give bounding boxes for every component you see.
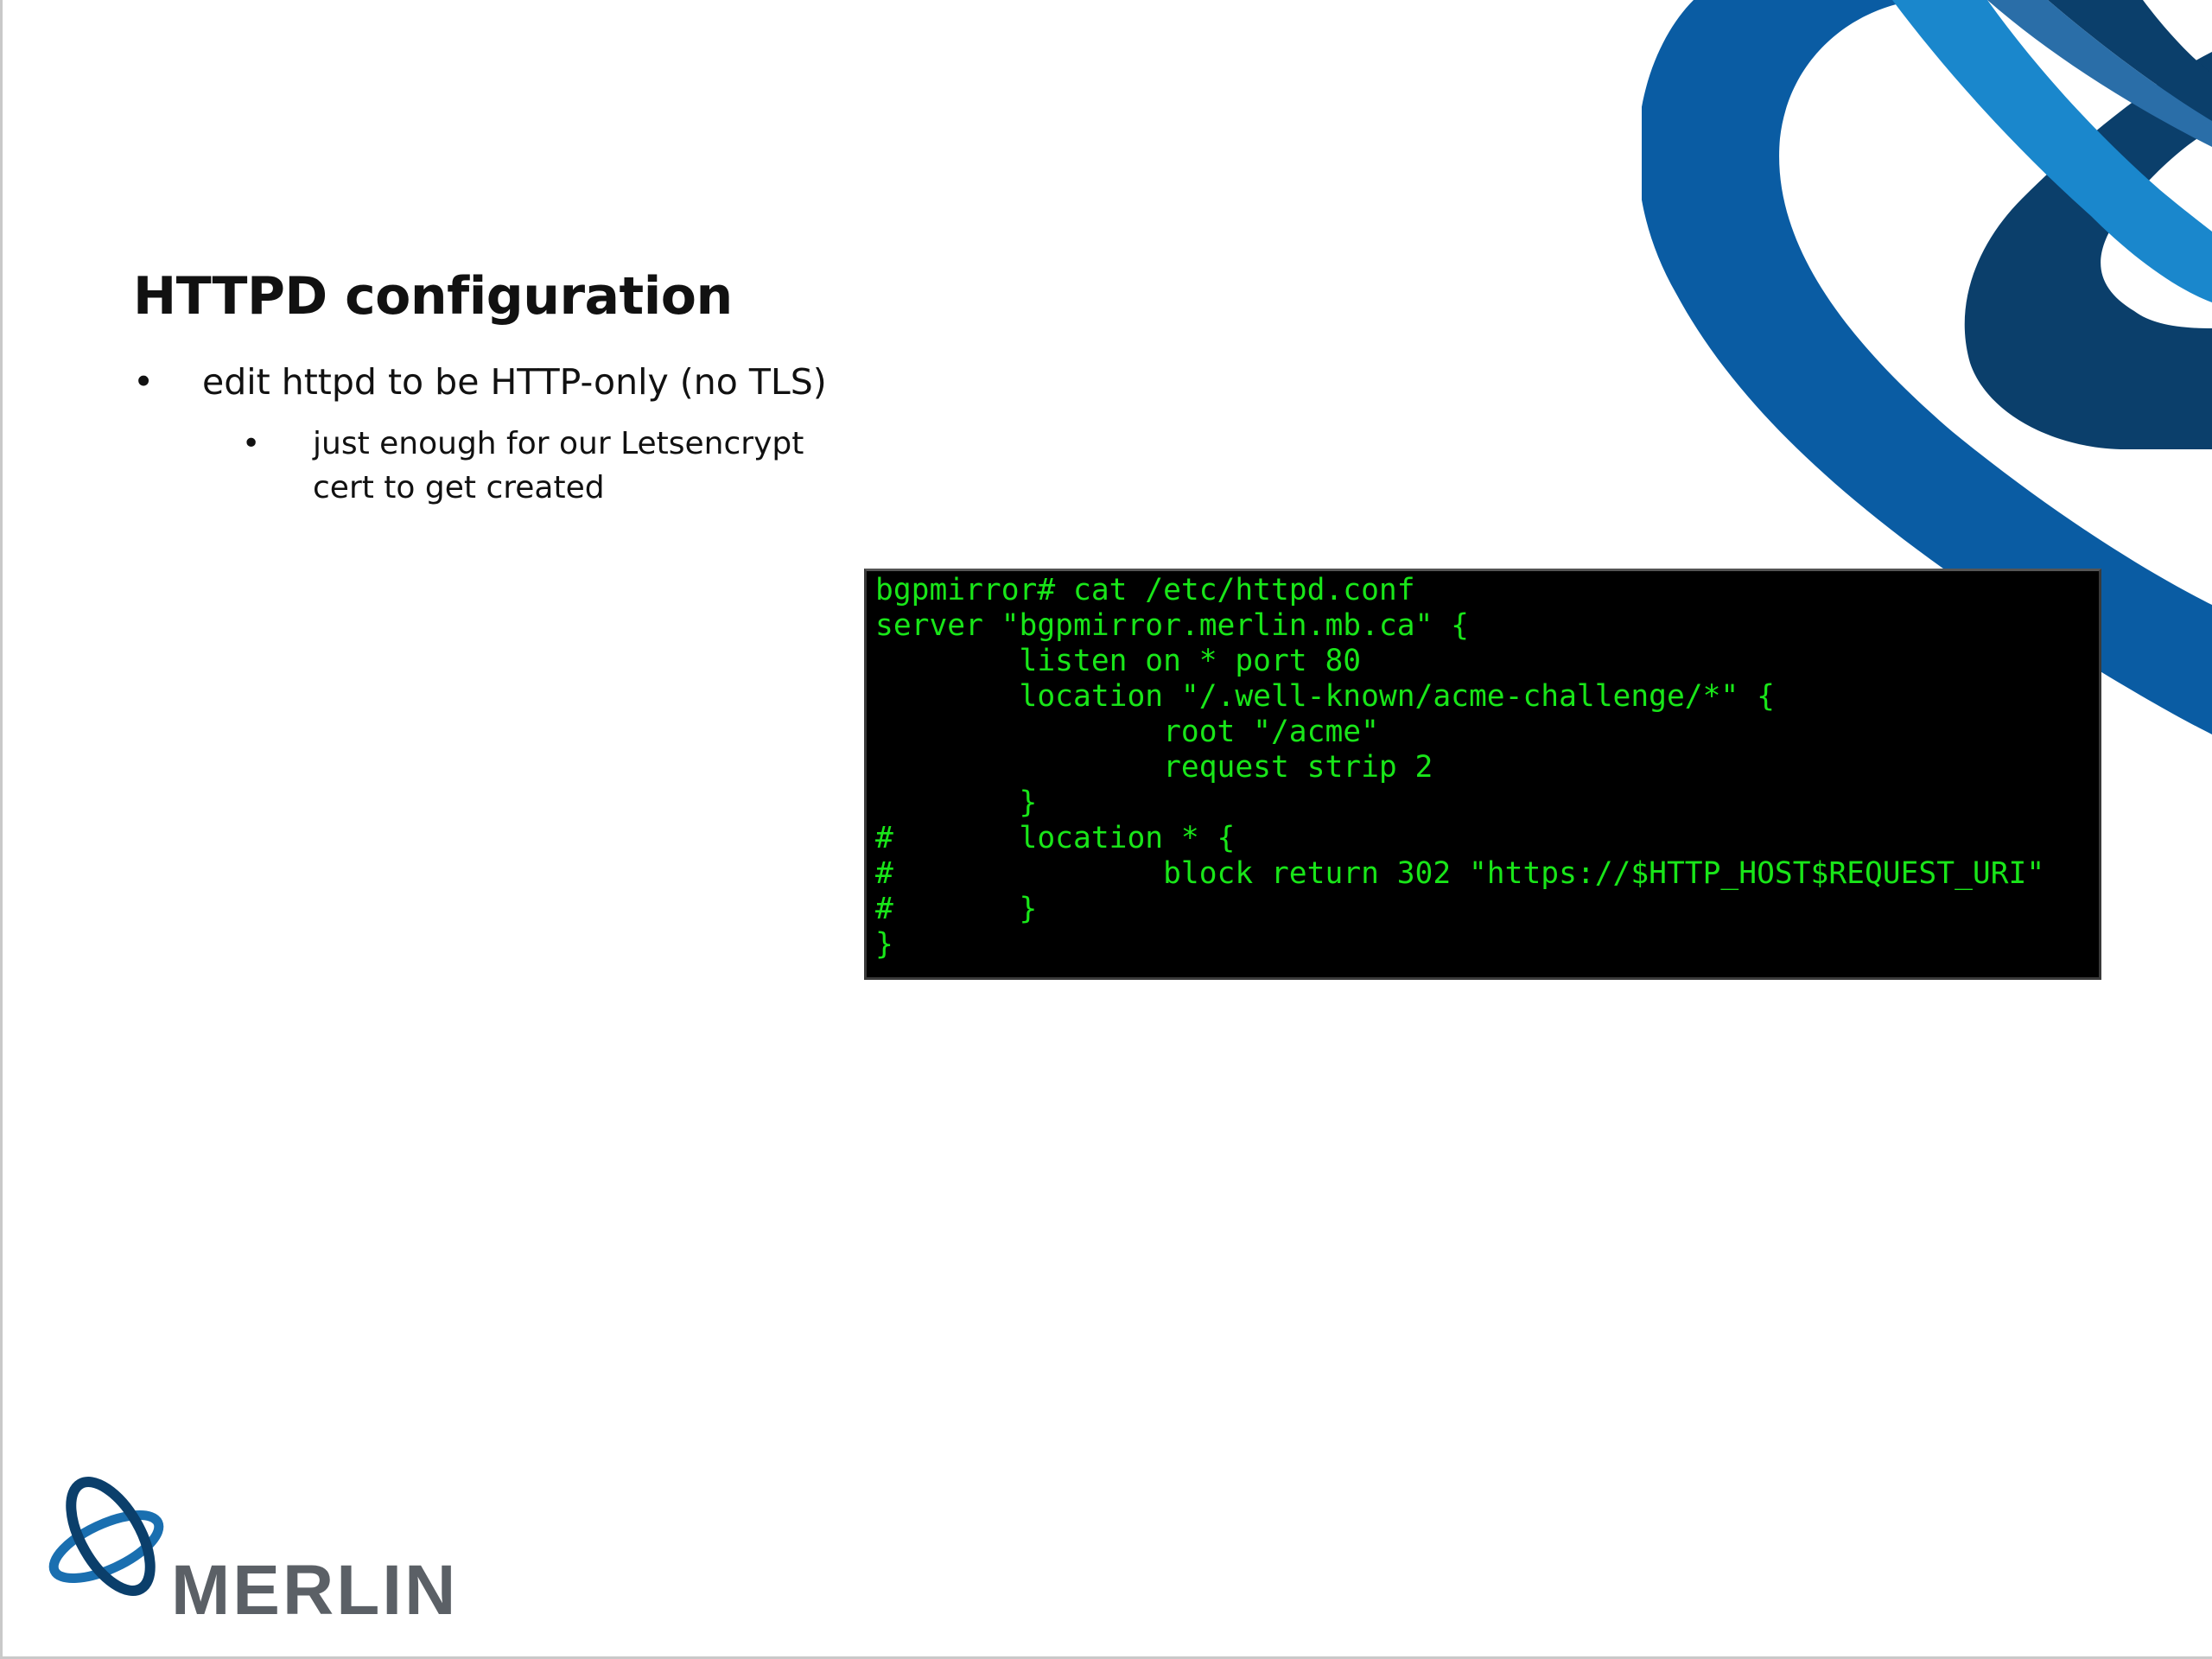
- slide-title: HTTPD configuration: [133, 266, 733, 327]
- sub-bullet-line: just enough for our Letsencrypt: [313, 426, 804, 461]
- sub-bullet-text: just enough for our Letsencrypt cert to …: [313, 422, 849, 510]
- terminal-line: location "/.well-known/acme-challenge/*"…: [875, 679, 1775, 714]
- sub-bullet-marker: •: [242, 426, 261, 461]
- terminal-line: }: [875, 927, 893, 962]
- terminal-line: listen on * port 80: [875, 644, 1362, 678]
- bullet-marker: •: [133, 361, 155, 403]
- merlin-logo: MERLIN: [48, 1477, 458, 1624]
- terminal-output: bgpmirror# cat /etc/httpd.conf server "bg…: [867, 571, 2099, 963]
- terminal-screenshot: bgpmirror# cat /etc/httpd.conf server "bg…: [864, 569, 2101, 980]
- merlin-logo-mark: [48, 1477, 164, 1596]
- terminal-line: bgpmirror# cat /etc/httpd.conf: [875, 573, 1415, 607]
- terminal-line: # }: [875, 892, 1038, 926]
- merlin-logo-text: MERLIN: [171, 1551, 458, 1624]
- terminal-line: # block return 302 "https://$HTTP_HOST$R…: [875, 856, 2045, 891]
- terminal-line: request strip 2: [875, 750, 1433, 785]
- slide-left-edge: [0, 0, 3, 1659]
- bullet-text: edit httpd to be HTTP-only (no TLS): [202, 361, 827, 403]
- terminal-line: root "/acme": [875, 715, 1379, 749]
- terminal-line: server "bgpmirror.merlin.mb.ca" {: [875, 608, 1469, 643]
- terminal-line: }: [875, 785, 1038, 820]
- slide: HTTPD configuration • edit httpd to be H…: [0, 0, 2212, 1659]
- terminal-line: # location * {: [875, 821, 1236, 855]
- sub-bullet-line: cert to get created: [313, 470, 605, 505]
